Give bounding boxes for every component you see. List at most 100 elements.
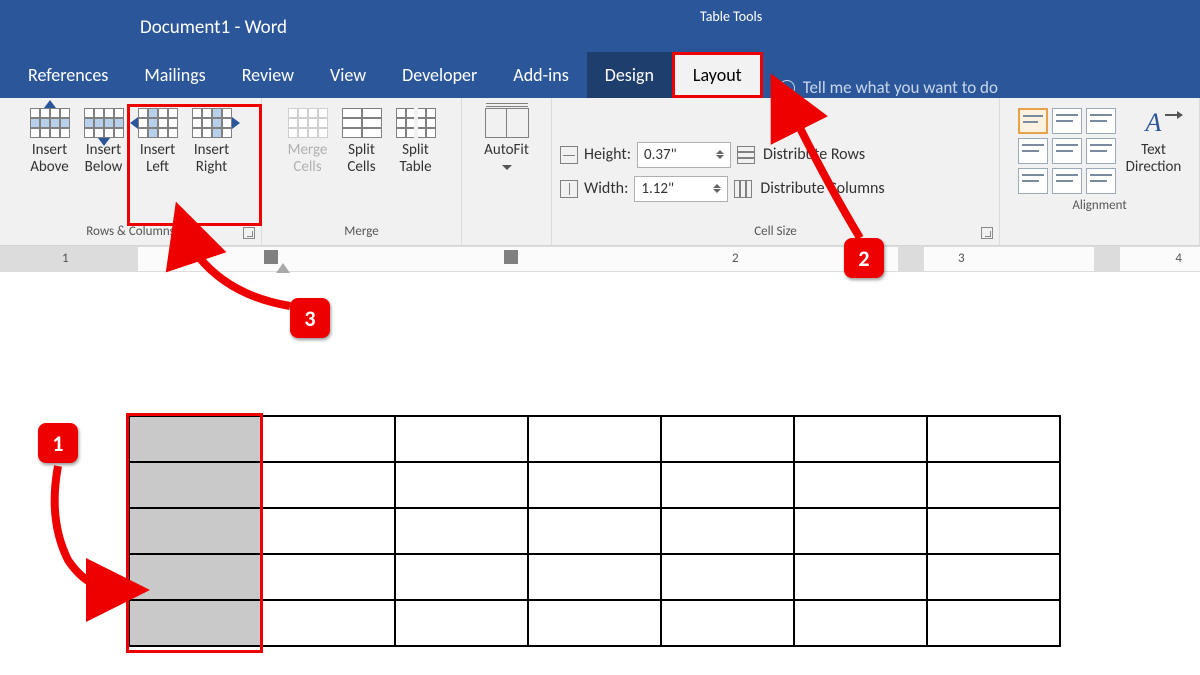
- table-cell[interactable]: [395, 554, 528, 600]
- autofit-button[interactable]: AutoFit: [480, 106, 533, 172]
- split-cells-button[interactable]: Split Cells: [338, 106, 386, 179]
- height-value: 0.37": [644, 146, 677, 164]
- align-bot-left[interactable]: [1018, 168, 1048, 194]
- row-height-icon: [560, 146, 578, 164]
- align-bot-center[interactable]: [1052, 168, 1082, 194]
- width-label: Width:: [584, 179, 628, 198]
- distribute-rows-label: Distribute Rows: [763, 145, 865, 164]
- distribute-columns-button[interactable]: Distribute Columns: [734, 179, 884, 198]
- table-cell[interactable]: [794, 508, 927, 554]
- table-cell[interactable]: [395, 462, 528, 508]
- tab-addins[interactable]: Add-ins: [495, 52, 586, 98]
- horizontal-ruler[interactable]: 1 2 3 4: [0, 246, 1200, 272]
- table-cell[interactable]: [395, 600, 528, 646]
- width-spinner[interactable]: [713, 184, 721, 193]
- align-mid-left[interactable]: [1018, 138, 1048, 164]
- text-direction-label: Text Direction: [1126, 142, 1182, 177]
- callout-highlight-insert-left-right: [127, 104, 262, 226]
- table-cell[interactable]: [661, 600, 794, 646]
- tell-me-placeholder: Tell me what you want to do: [803, 77, 998, 98]
- table-cell[interactable]: [528, 600, 661, 646]
- tab-mailings[interactable]: Mailings: [126, 52, 223, 98]
- text-direction-button[interactable]: A Text Direction: [1126, 108, 1182, 177]
- tab-developer[interactable]: Developer: [384, 52, 495, 98]
- distribute-columns-label: Distribute Columns: [760, 179, 884, 198]
- width-value: 1.12": [641, 180, 674, 198]
- table-cell[interactable]: [661, 416, 794, 462]
- align-mid-right[interactable]: [1086, 138, 1116, 164]
- width-input[interactable]: 1.12": [634, 176, 728, 202]
- insert-below-label: Insert Below: [85, 142, 123, 177]
- align-top-right[interactable]: [1086, 108, 1116, 134]
- tab-references[interactable]: References: [10, 52, 126, 98]
- table-cell[interactable]: [262, 554, 395, 600]
- tab-review[interactable]: Review: [224, 52, 312, 98]
- tab-design[interactable]: Design: [587, 52, 672, 98]
- split-table-icon: [396, 108, 436, 138]
- align-top-left[interactable]: [1018, 108, 1048, 134]
- ruler-tick-3: 3: [958, 251, 965, 266]
- merge-group-label: Merge: [262, 220, 461, 245]
- merge-cells-icon: [288, 108, 328, 138]
- insert-above-button[interactable]: Insert Above: [26, 106, 74, 179]
- table-cell[interactable]: [528, 554, 661, 600]
- col-width-icon: [560, 180, 578, 198]
- callout-badge-1: 1: [38, 423, 78, 463]
- alignment-group-label: Alignment: [1000, 194, 1199, 219]
- lightbulb-icon: [779, 80, 795, 96]
- merge-cells-label: Merge Cells: [288, 142, 328, 177]
- table-cell[interactable]: [262, 508, 395, 554]
- split-cells-label: Split Cells: [347, 142, 375, 177]
- tab-view[interactable]: View: [312, 52, 384, 98]
- split-table-button[interactable]: Split Table: [392, 106, 440, 179]
- table-cell[interactable]: [262, 462, 395, 508]
- callout-badge-2: 2: [844, 238, 884, 278]
- insert-below-button[interactable]: Insert Below: [80, 106, 128, 179]
- table-cell[interactable]: [661, 508, 794, 554]
- distribute-columns-icon: [734, 180, 752, 198]
- insert-above-icon: [30, 108, 70, 138]
- selected-column-highlight: [126, 413, 263, 653]
- cell-size-launcher[interactable]: [981, 227, 993, 239]
- table-cell[interactable]: [528, 416, 661, 462]
- align-top-center[interactable]: [1052, 108, 1082, 134]
- table-cell[interactable]: [395, 416, 528, 462]
- callout-badge-3: 3: [290, 298, 330, 338]
- insert-below-icon: [84, 108, 124, 138]
- align-mid-center[interactable]: [1052, 138, 1082, 164]
- table-cell[interactable]: [927, 462, 1060, 508]
- alignment-grid: [1018, 108, 1116, 194]
- height-spinner[interactable]: [716, 150, 724, 159]
- table-cell[interactable]: [661, 554, 794, 600]
- document-table[interactable]: [128, 415, 1061, 647]
- table-cell[interactable]: [794, 600, 927, 646]
- autofit-group-label: [462, 235, 551, 245]
- text-direction-icon: A: [1146, 108, 1162, 138]
- table-cell[interactable]: [794, 462, 927, 508]
- tell-me-search[interactable]: Tell me what you want to do: [763, 77, 998, 98]
- table-cell[interactable]: [927, 600, 1060, 646]
- context-tab-title: Table Tools: [700, 8, 762, 25]
- distribute-rows-button[interactable]: Distribute Rows: [737, 145, 865, 164]
- table-cell[interactable]: [794, 416, 927, 462]
- chevron-down-icon: [502, 165, 512, 170]
- table-cell[interactable]: [927, 416, 1060, 462]
- table-cell[interactable]: [927, 554, 1060, 600]
- height-label: Height:: [584, 145, 631, 164]
- table-cell[interactable]: [262, 600, 395, 646]
- table-cell[interactable]: [528, 462, 661, 508]
- table-cell[interactable]: [395, 508, 528, 554]
- table-cell[interactable]: [661, 462, 794, 508]
- tab-layout[interactable]: Layout: [672, 52, 763, 98]
- table-cell[interactable]: [262, 416, 395, 462]
- ruler-tick-2: 2: [732, 251, 739, 266]
- height-input[interactable]: 0.37": [637, 142, 731, 168]
- autofit-label: AutoFit: [484, 142, 529, 159]
- align-bot-right[interactable]: [1086, 168, 1116, 194]
- table-cell[interactable]: [794, 554, 927, 600]
- rows-columns-launcher[interactable]: [243, 227, 255, 239]
- distribute-rows-icon: [737, 146, 755, 164]
- table-cell[interactable]: [927, 508, 1060, 554]
- autofit-icon: [485, 108, 529, 138]
- table-cell[interactable]: [528, 508, 661, 554]
